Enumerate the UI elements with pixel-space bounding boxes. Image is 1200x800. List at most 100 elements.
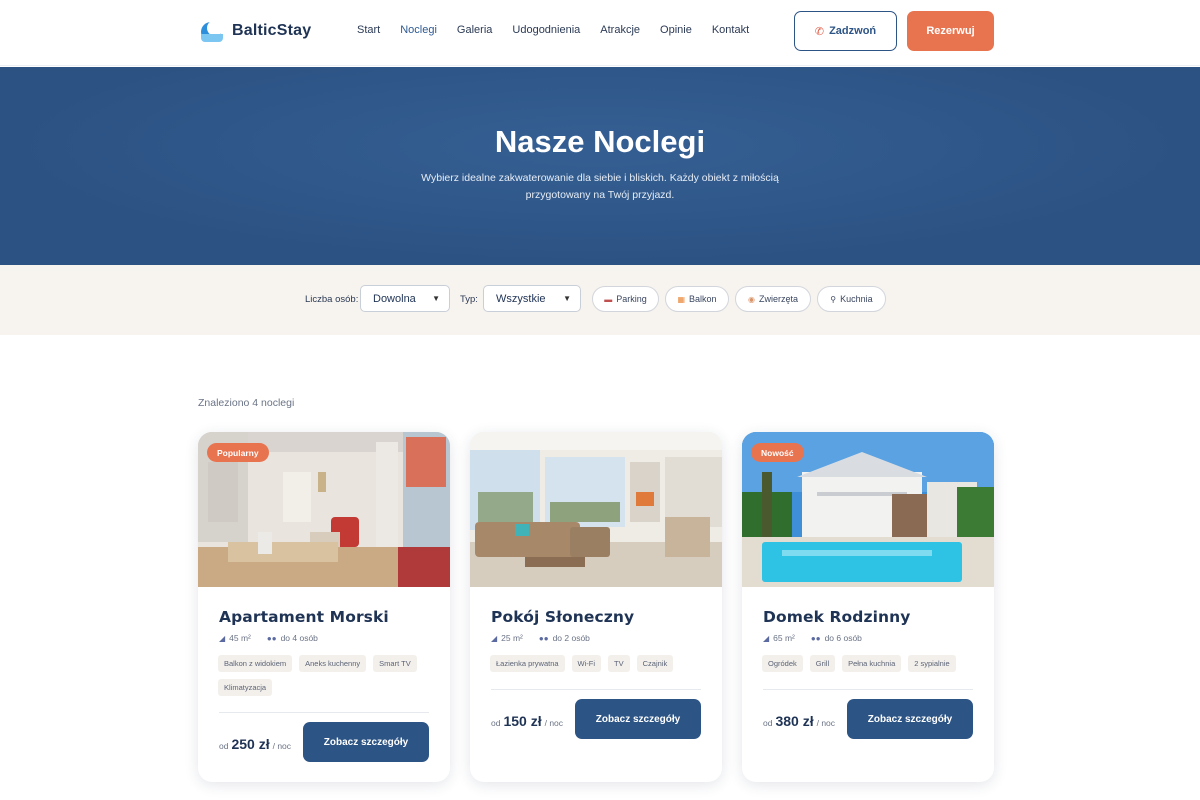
price-info: od 250 zł / noc	[219, 736, 291, 752]
main-menu: Start Noclegi Galeria Udogodnienia Atrak…	[357, 24, 749, 36]
car-icon: ▬	[604, 294, 613, 304]
top-navbar: BalticStay Start Noclegi Galeria Udogodn…	[0, 0, 1200, 66]
area-icon: ◢	[491, 634, 498, 643]
type-filter-label: Typ:	[460, 294, 478, 305]
price-suffix: / noc	[544, 718, 564, 728]
listing-meta: ◢ 25 m² ●● do 2 osób	[491, 633, 590, 643]
card-divider	[219, 712, 429, 713]
listing-title[interactable]: Domek Rodzinny	[763, 608, 910, 626]
phone-icon: ✆	[814, 25, 825, 38]
price-value: 380 zł	[775, 713, 814, 729]
listing-photo-apartment[interactable]: Popularny	[198, 432, 450, 587]
guests-value: do 6 osób	[824, 633, 862, 643]
amenity-tag: Grill	[809, 655, 836, 672]
guests-icon: ●●	[810, 634, 821, 643]
chip-label: Parking	[616, 294, 647, 304]
area-value: 45 m²	[229, 633, 251, 643]
price-suffix: / noc	[816, 718, 836, 728]
price-value: 250 zł	[231, 736, 270, 752]
guests-icon: ●●	[538, 634, 549, 643]
amenity-tag: TV	[608, 655, 630, 672]
price-value: 150 zł	[503, 713, 542, 729]
book-button[interactable]: Rezerwuj	[907, 11, 994, 51]
listing-title[interactable]: Pokój Słoneczny	[491, 608, 634, 626]
filter-bar: Liczba osób: Dowolna ▼ Typ: Wszystkie ▼ …	[0, 265, 1200, 335]
nav-item-udogodnienia[interactable]: Udogodnienia	[512, 24, 580, 36]
listing-meta: ◢ 65 m² ●● do 6 osób	[763, 633, 862, 643]
nav-item-galeria[interactable]: Galeria	[457, 24, 492, 36]
nav-item-atrakcje[interactable]: Atrakcje	[600, 24, 640, 36]
price-info: od 380 zł / noc	[763, 713, 835, 729]
nav-item-opinie[interactable]: Opinie	[660, 24, 692, 36]
filter-chip-zwierzeta[interactable]: ◉ Zwierzęta	[735, 286, 811, 312]
guests-icon: ●●	[266, 634, 277, 643]
amenity-tag: Pełna kuchnia	[842, 655, 902, 672]
wave-logo-icon	[201, 20, 223, 42]
type-select[interactable]: Wszystkie ▼	[483, 285, 581, 312]
view-details-button[interactable]: Zobacz szczegóły	[847, 699, 973, 739]
filter-chip-kuchnia[interactable]: ⚲ Kuchnia	[817, 286, 886, 312]
listing-title[interactable]: Apartament Morski	[219, 608, 389, 626]
amenity-tag: Wi-Fi	[571, 655, 602, 672]
nav-item-start[interactable]: Start	[357, 24, 380, 36]
price-prefix: od	[219, 741, 229, 751]
amenity-tag: Aneks kuchenny	[299, 655, 367, 672]
type-select-value: Wszystkie	[496, 292, 546, 305]
amenity-tag: Balkon z widokiem	[218, 655, 293, 672]
amenity-tag: Smart TV	[373, 655, 417, 672]
filter-chip-parking[interactable]: ▬ Parking	[592, 286, 659, 312]
amenity-tag: Łazienka prywatna	[490, 655, 565, 672]
guests-value: do 4 osób	[280, 633, 318, 643]
balcony-icon: ▦	[677, 294, 686, 304]
hero-subtitle: Wybierz idealne zakwaterowanie dla siebi…	[421, 172, 779, 201]
view-details-button[interactable]: Zobacz szczegóły	[303, 722, 429, 762]
card-divider	[491, 689, 701, 690]
chevron-down-icon: ▼	[563, 294, 571, 303]
nav-item-noclegi[interactable]: Noclegi	[400, 24, 437, 36]
guests-filter-label: Liczba osób:	[305, 294, 359, 305]
guests-select-value: Dowolna	[373, 292, 416, 305]
chevron-down-icon: ▼	[432, 294, 440, 303]
listing-photo-house[interactable]: Nowość	[742, 432, 994, 587]
listing-meta: ◢ 45 m² ●● do 4 osób	[219, 633, 318, 643]
card-divider	[763, 689, 973, 690]
amenity-tag: Czajnik	[636, 655, 674, 672]
price-suffix: / noc	[272, 741, 292, 751]
new-badge: Nowość	[751, 443, 804, 462]
price-info: od 150 zł / noc	[491, 713, 563, 729]
amenity-tag: 2 sypialnie	[908, 655, 956, 672]
chip-label: Zwierzęta	[758, 294, 798, 304]
listing-card[interactable]: Pokój Słoneczny ◢ 25 m² ●● do 2 osób Łazie…	[470, 432, 722, 782]
chip-label: Kuchnia	[840, 294, 873, 304]
popular-badge: Popularny	[207, 443, 269, 462]
chip-label: Balkon	[689, 294, 717, 304]
listing-card[interactable]: Popularny Apartament Morski ◢ 45 m² ●● do …	[198, 432, 450, 782]
area-value: 65 m²	[773, 633, 795, 643]
search-icon: ⚲	[830, 294, 837, 304]
listing-card[interactable]: Nowość Domek Rodzinny ◢ 65 m² ●● do 6 osób…	[742, 432, 994, 782]
hero-banner: Nasze Noclegi Wybierz idealne zakwaterow…	[0, 67, 1200, 265]
amenity-tags: Łazienka prywatna Wi-Fi TV Czajnik	[490, 655, 705, 672]
area-icon: ◢	[219, 634, 226, 643]
listing-photo-room[interactable]	[470, 432, 722, 587]
amenity-tag: Ogródek	[762, 655, 803, 672]
brand-name: BalticStay	[232, 22, 312, 39]
page-title: Nasze Noclegi	[494, 124, 706, 159]
nav-item-kontakt[interactable]: Kontakt	[712, 24, 749, 36]
view-details-button[interactable]: Zobacz szczegóły	[575, 699, 701, 739]
brand-logo[interactable]: BalticStay	[201, 20, 311, 42]
filter-chip-balkon[interactable]: ▦ Balkon	[665, 286, 729, 312]
amenity-tag: Klimatyzacja	[218, 679, 273, 696]
area-icon: ◢	[763, 634, 770, 643]
call-button[interactable]: ✆ Zadzwoń	[794, 11, 897, 51]
guests-value: do 2 osób	[552, 633, 590, 643]
area-value: 25 m²	[501, 633, 523, 643]
pet-icon: ◉	[748, 294, 755, 304]
guests-select[interactable]: Dowolna ▼	[360, 285, 450, 312]
price-prefix: od	[491, 718, 501, 728]
amenity-tags: Ogródek Grill Pełna kuchnia 2 sypialnie	[762, 655, 977, 672]
call-button-label: Zadzwoń	[829, 25, 877, 37]
amenity-tags: Balkon z widokiem Aneks kuchenny Smart T…	[218, 655, 433, 696]
price-prefix: od	[763, 718, 773, 728]
results-count: Znaleziono 4 noclegi	[198, 397, 295, 409]
